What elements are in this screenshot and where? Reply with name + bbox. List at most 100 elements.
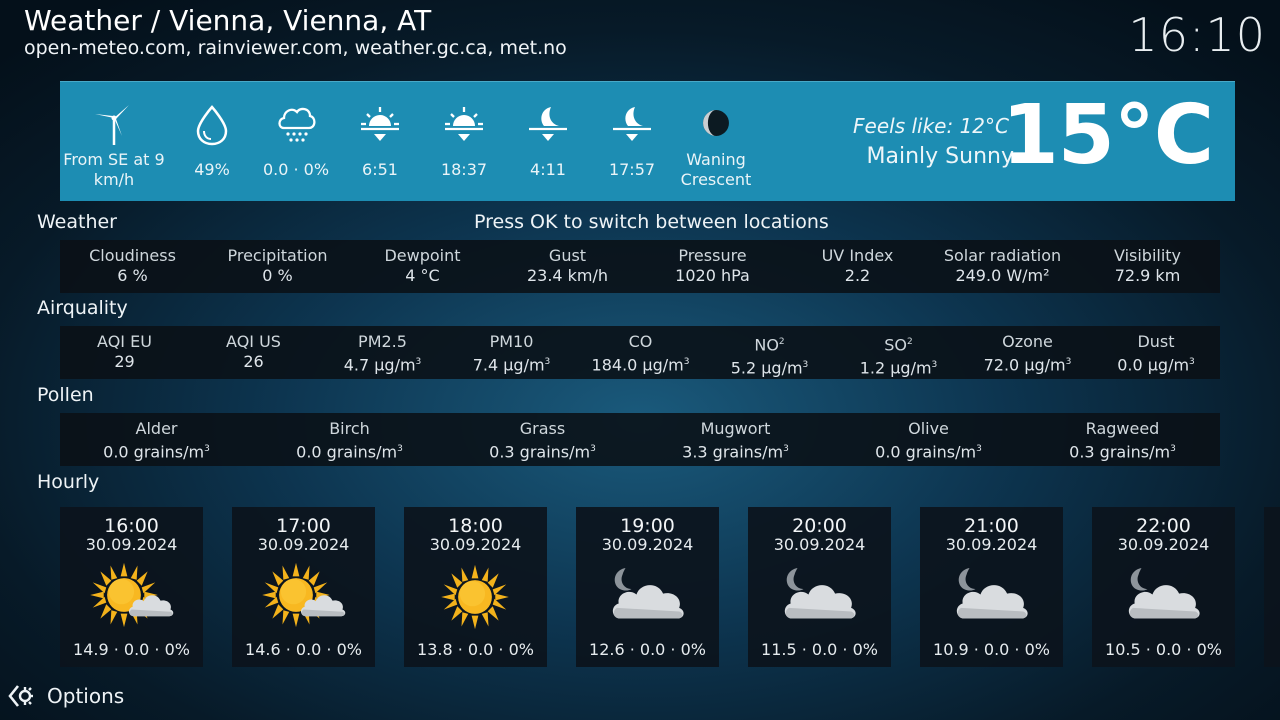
hour-summary: 14.9 · 0.0 · 0% <box>73 640 190 659</box>
hour-time: 22:00 <box>1136 515 1191 537</box>
hour-date: 30.09.2024 <box>601 535 694 554</box>
aq-label: CO <box>628 332 653 351</box>
section-label-weather: Weather <box>37 211 117 233</box>
moon-cloud-icon <box>784 568 856 619</box>
clock: 16:10 <box>1128 8 1266 62</box>
hour-time: 16:00 <box>104 515 159 537</box>
aq-label: AQI US <box>226 332 281 351</box>
aq-pm25: PM2.5 4.7 µg/m3 <box>318 332 447 375</box>
sun-cloud-icon <box>90 562 174 628</box>
hour-summary: 13.8 · 0.0 · 0% <box>417 640 534 659</box>
aq-label: Dust <box>1137 332 1175 351</box>
humidity-item: 49% <box>170 82 254 201</box>
weather-details-panel: Cloudiness 6 % Precipitation 0 % Dewpoint 4… <box>60 240 1220 293</box>
pollen-value: 0.0 grains/m3 <box>875 442 982 462</box>
aq-aqi-us: AQI US 26 <box>189 332 318 372</box>
data-sources: open-meteo.com, rainviewer.com, weather.… <box>24 37 567 59</box>
hourly-card[interactable]: 17:00 30.09.2024 14.6 · 0.0 · 0% <box>232 507 375 667</box>
aq-label: Ozone <box>1002 332 1053 351</box>
sunset-icon <box>445 107 483 141</box>
aq-label: NO2 <box>754 335 785 355</box>
pollen-birch: Birch 0.0 grains/m3 <box>253 419 446 462</box>
aq-co: CO 184.0 µg/m3 <box>576 332 705 375</box>
weather-solar-radiation: Solar radiation 249.0 W/m² <box>930 246 1075 286</box>
pollen-alder: Alder 0.0 grains/m3 <box>60 419 253 462</box>
detail-value: 4 °C <box>405 266 440 285</box>
weather-cloudiness: Cloudiness 6 % <box>60 246 205 286</box>
hour-date: 30.09.2024 <box>945 535 1038 554</box>
aq-no2: NO2 5.2 µg/m3 <box>705 332 834 379</box>
precipitation-cloud-icon <box>278 107 316 142</box>
hourly-card[interactable]: 19:00 30.09.2024 12.6 · 0.0 · 0% <box>576 507 719 667</box>
hour-time: 20:00 <box>792 515 847 537</box>
hour-summary: 11.5 · 0.0 · 0% <box>761 640 878 659</box>
aq-pm10: PM10 7.4 µg/m3 <box>447 332 576 375</box>
moon-phase-item: Waning Crescent <box>674 82 758 201</box>
pollen-label: Ragweed <box>1085 419 1160 438</box>
sunrise-icon <box>361 107 399 141</box>
hour-time: 19:00 <box>620 515 675 537</box>
hour-date: 30.09.2024 <box>85 535 178 554</box>
hour-date: 30.09.2024 <box>429 535 522 554</box>
aq-dust: Dust 0.0 µg/m3 <box>1092 332 1220 375</box>
detail-value: 249.0 W/m² <box>955 266 1050 285</box>
current-temperature: 15°C <box>1001 88 1214 183</box>
detail-label: Gust <box>548 246 587 265</box>
aq-value: 5.2 µg/m3 <box>730 358 809 378</box>
weather-uv-index: UV Index 2.2 <box>785 246 930 286</box>
aq-value: 26 <box>243 352 264 371</box>
aq-value: 7.4 µg/m3 <box>472 355 551 375</box>
condition-text: Mainly Sunny <box>866 144 1014 169</box>
pollen-mugwort: Mugwort 3.3 grains/m3 <box>639 419 832 462</box>
precipitation-item: 0.0 · 0% <box>254 82 338 201</box>
pollen-value: 0.0 grains/m3 <box>103 442 210 462</box>
detail-value: 0 % <box>262 266 293 285</box>
aq-label: PM2.5 <box>358 332 407 351</box>
pollen-label: Birch <box>329 419 370 438</box>
aq-value: 1.2 µg/m3 <box>859 358 938 378</box>
section-label-hourly: Hourly <box>37 471 100 493</box>
moon-phase-value: Waning Crescent <box>680 150 752 189</box>
options-label: Options <box>47 684 125 708</box>
airquality-panel: AQI EU 29 AQI US 26 PM2.5 4.7 µg/m3 PM10 7.4… <box>60 326 1220 379</box>
detail-value: 2.2 <box>844 266 871 285</box>
feels-like: Feels like: 12°C <box>853 114 1009 138</box>
pollen-value: 0.3 grains/m3 <box>489 442 596 462</box>
detail-label: Visibility <box>1113 246 1182 265</box>
hour-date: 30.09.2024 <box>1117 535 1210 554</box>
moonrise-item: 4:11 <box>506 82 590 201</box>
hour-summary: 10.9 · 0.0 · 0% <box>933 640 1050 659</box>
aq-ozone: Ozone 72.0 µg/m3 <box>963 332 1092 375</box>
moonset-icon <box>613 107 651 141</box>
detail-value: 6 % <box>117 266 148 285</box>
pollen-value: 0.3 grains/m3 <box>1069 442 1176 462</box>
hour-summary: 12.6 · 0.0 · 0% <box>589 640 706 659</box>
hour-summary: 10.5 · 0.0 · 0% <box>1105 640 1222 659</box>
hour-date: 30.09.2024 <box>773 535 866 554</box>
moon-cloud-icon <box>956 568 1028 619</box>
detail-value: 23.4 km/h <box>526 266 609 285</box>
aq-aqi-eu: AQI EU 29 <box>60 332 189 372</box>
hourly-card[interactable]: 18:00 30.09.2024 13.8 · 0.0 · 0% <box>404 507 547 667</box>
hour-time: 18:00 <box>448 515 503 537</box>
hourly-card[interactable]: 21:00 30.09.2024 10.9 · 0.0 · 0% <box>920 507 1063 667</box>
hourly-card[interactable]: 20:00 30.09.2024 11.5 · 0.0 · 0% <box>748 507 891 667</box>
aq-so2: SO2 1.2 µg/m3 <box>834 332 963 379</box>
aq-value: 72.0 µg/m3 <box>983 355 1072 375</box>
weather-visibility: Visibility 72.9 km <box>1075 246 1220 286</box>
sun-cloud-icon <box>262 562 346 628</box>
detail-value: 72.9 km <box>1114 266 1181 285</box>
pollen-value: 0.0 grains/m3 <box>296 442 403 462</box>
hourly-card[interactable]: 22:00 30.09.2024 10.5 · 0.0 · 0% <box>1092 507 1235 667</box>
pollen-label: Mugwort <box>700 419 771 438</box>
pollen-label: Alder <box>135 419 178 438</box>
wind-turbine-icon <box>95 105 129 145</box>
hourly-card[interactable]: 16:00 30.09.2024 14.9 · 0.0 · 0% <box>60 507 203 667</box>
hourly-card-partial[interactable] <box>1264 507 1280 667</box>
aq-value: 4.7 µg/m3 <box>343 355 422 375</box>
weather-dewpoint: Dewpoint 4 °C <box>350 246 495 286</box>
detail-label: Pressure <box>678 246 747 265</box>
moon-phase-icon <box>703 110 729 136</box>
sunrise-item: 6:51 <box>338 82 422 201</box>
aq-value: 0.0 µg/m3 <box>1117 355 1195 375</box>
